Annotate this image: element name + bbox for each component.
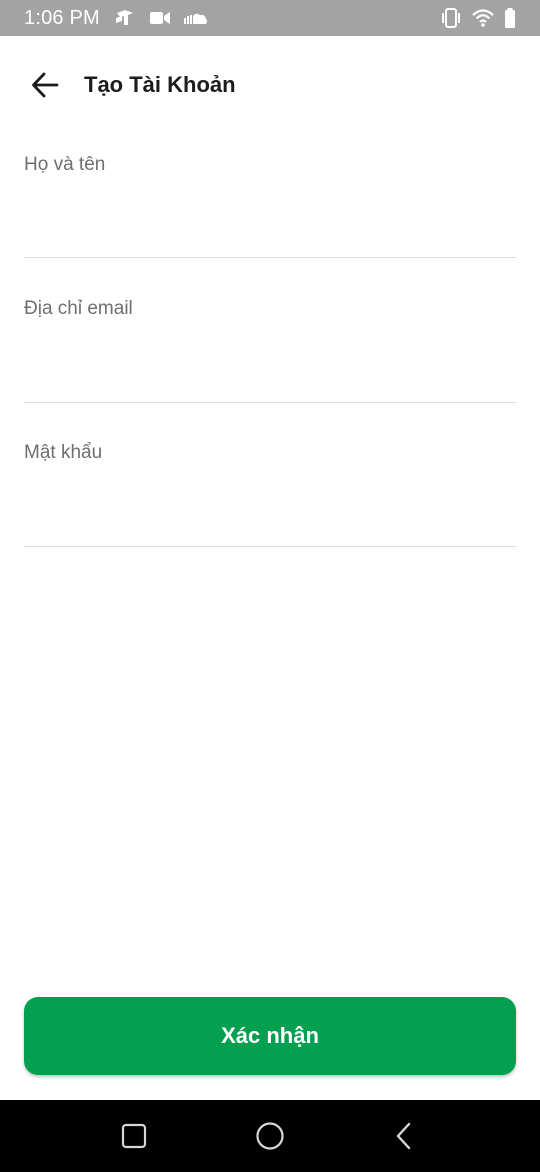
confirm-button-label: Xác nhận (221, 1023, 319, 1048)
system-nav-bar (0, 1100, 540, 1172)
full-name-input[interactable] (24, 192, 516, 256)
confirm-button[interactable]: Xác nhận (24, 997, 516, 1075)
full-name-field: Họ và tên (24, 154, 516, 258)
email-field: Địa chỉ email (24, 298, 516, 403)
status-bar: 1:06 PM (0, 0, 540, 36)
wifi-icon (472, 9, 494, 27)
home-button[interactable] (250, 1118, 290, 1154)
email-underline (24, 402, 516, 403)
home-icon (256, 1122, 284, 1150)
full-name-underline (24, 257, 516, 258)
status-right (440, 8, 516, 28)
create-account-screen: 1:06 PM Tạo Tài Khoản Họ và tên Địa chỉ … (0, 0, 540, 1172)
battery-icon (504, 8, 516, 28)
vibrate-icon (440, 8, 462, 28)
recents-button[interactable] (114, 1118, 154, 1154)
cloud-icon (183, 12, 208, 24)
status-left: 1:06 PM (24, 7, 208, 30)
email-label: Địa chỉ email (24, 298, 133, 319)
system-back-button[interactable] (384, 1118, 424, 1154)
page-title: Tạo Tài Khoản (84, 72, 236, 97)
recents-icon (121, 1123, 147, 1149)
status-time: 1:06 PM (24, 6, 100, 29)
email-input[interactable] (24, 336, 516, 400)
video-camera-icon (149, 11, 170, 25)
arrow-left-icon (32, 72, 59, 98)
password-input[interactable] (24, 480, 516, 544)
password-underline (24, 546, 516, 547)
app-bar: Tạo Tài Khoản (0, 36, 540, 134)
back-button[interactable] (28, 70, 62, 100)
app-notification-icon (114, 9, 136, 27)
back-triangle-icon (396, 1122, 411, 1150)
password-label: Mật khẩu (24, 442, 103, 463)
password-field: Mật khẩu (24, 442, 516, 547)
full-name-label: Họ và tên (24, 154, 106, 175)
